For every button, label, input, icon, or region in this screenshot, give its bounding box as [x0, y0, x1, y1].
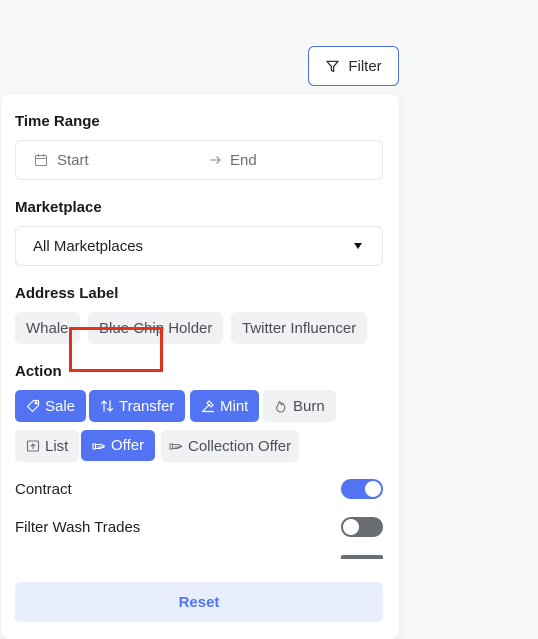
address-chip-blue-chip-holder[interactable]: Blue Chip Holder: [88, 312, 224, 344]
chip-label: Sale: [45, 397, 76, 415]
filter-panel: Time Range Start End Marketplace All Mar…: [1, 94, 399, 639]
contract-toggle-label: Contract: [15, 481, 72, 498]
chip-label: Collection Offer: [188, 437, 292, 455]
wash-trades-toggle-label: Filter Wash Trades: [15, 519, 141, 536]
filter-button[interactable]: Filter: [308, 46, 399, 86]
end-date-input[interactable]: End: [230, 152, 257, 169]
tag-icon: [26, 399, 40, 413]
marketplace-title: Marketplace: [15, 199, 102, 216]
address-chip-whale[interactable]: Whale: [15, 312, 80, 344]
mint-icon: [201, 400, 215, 413]
chip-label: Transfer: [119, 397, 175, 415]
filter-button-label: Filter: [348, 57, 382, 75]
offer-hand-icon: [169, 443, 183, 450]
toggle-knob: [365, 481, 381, 497]
calendar-icon: [34, 154, 48, 167]
offer-hand-icon: [92, 442, 106, 450]
contract-toggle[interactable]: [341, 479, 383, 499]
wash-trades-toggle[interactable]: [341, 517, 383, 537]
flame-icon: [276, 400, 286, 413]
partially-hidden-toggle[interactable]: [341, 555, 383, 559]
chip-label: Mint: [220, 397, 249, 415]
start-date-input[interactable]: Start: [57, 152, 89, 169]
marketplace-select[interactable]: All Marketplaces: [15, 226, 383, 266]
swap-icon: [100, 400, 114, 412]
action-chip-burn[interactable]: Burn: [263, 390, 336, 422]
chip-label: Offer: [111, 437, 145, 454]
time-range-picker[interactable]: Start End: [15, 140, 383, 180]
arrow-right-icon: [210, 156, 221, 164]
toggle-knob: [343, 519, 359, 535]
address-chip-twitter-influencer[interactable]: Twitter Influencer: [231, 312, 368, 344]
action-title: Action: [15, 363, 62, 380]
funnel-icon: [326, 60, 340, 72]
action-chip-offer[interactable]: Offer: [81, 430, 156, 461]
action-chip-sale[interactable]: Sale: [15, 390, 87, 422]
address-label-title: Address Label: [15, 285, 119, 302]
reset-button[interactable]: Reset: [15, 582, 383, 622]
chip-label: Whale: [26, 319, 69, 337]
upload-box-icon: [26, 440, 40, 452]
action-chip-mint[interactable]: Mint: [190, 390, 260, 422]
caret-down-icon: [354, 243, 362, 249]
marketplace-selected-value: All Marketplaces: [33, 237, 144, 255]
chip-label: Twitter Influencer: [242, 319, 357, 337]
action-chip-list[interactable]: List: [15, 430, 80, 462]
time-range-title: Time Range: [15, 113, 100, 130]
chip-label: List: [45, 437, 69, 455]
chip-label: Blue Chip Holder: [99, 319, 213, 337]
action-chip-collection-offer[interactable]: Collection Offer: [161, 430, 300, 462]
chip-label: Burn: [293, 397, 325, 415]
action-chip-transfer[interactable]: Transfer: [89, 390, 186, 422]
